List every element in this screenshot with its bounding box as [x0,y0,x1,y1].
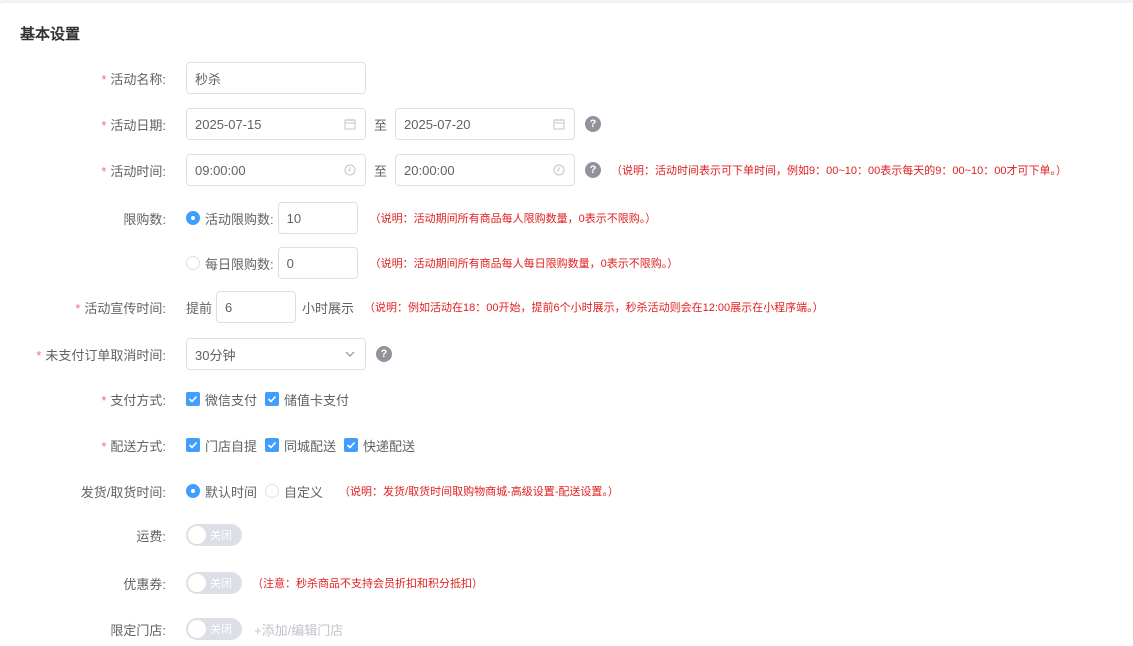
activity-name-label: 活动名称: [110,71,166,87]
row-unpaid-cancel: * 未支付订单取消时间: 30分钟 ? [0,338,392,370]
coupon-note: （注意：秒杀商品不支持会员折扣和积分抵扣） [252,578,483,590]
help-icon[interactable]: ? [585,162,602,178]
clock-icon [552,164,566,176]
row-delivery: * 配送方式: 门店自提 同城配送 快递配送 [0,429,423,461]
help-icon[interactable]: ? [376,346,392,362]
date-range-separator: 至 [374,117,388,133]
row-ship-time: 发货/取货时间: 默认时间 自定义 （说明：发货/取货时间取购物商城-高级设置-… [0,475,619,507]
checkbox-express-delivery[interactable]: 快递配送 [344,436,415,455]
limit-daily-input[interactable]: 0 [277,247,358,279]
freight-label: 运费: [136,528,166,544]
freight-switch[interactable]: 关闭 [186,524,242,546]
promo-suffix: 小时展示 [302,300,355,316]
row-promo-time: * 活动宣传时间: 提前 6 小时展示 （说明：例如活动在18：00开始，提前6个… [0,291,824,323]
radio-limit-daily[interactable]: 每日限购数: [186,254,274,273]
chevron-down-icon [343,349,357,359]
section-title: 基本设置 [20,26,81,43]
start-date-picker[interactable]: 2025-07-15 [186,108,366,140]
calendar-icon [343,118,357,130]
settings-card: 基本设置 * 活动名称: 秒杀 * 活动日期: 2025-07-15 至 2025-… [0,3,1133,646]
delivery-label: 配送方式: [110,438,166,454]
calendar-icon [552,118,566,130]
checkbox-local-delivery[interactable]: 同城配送 [265,436,336,455]
ship-time-label: 发货/取货时间: [80,484,166,500]
check-icon [344,438,359,452]
clock-icon [343,164,357,176]
promo-prefix: 提前 [186,300,213,316]
limit-label: 限购数: [123,211,166,227]
limit-total-input[interactable]: 10 [277,202,358,234]
coupon-label: 优惠券: [123,576,166,592]
activity-date-label: 活动日期: [110,117,166,133]
unpaid-cancel-label: 未支付订单取消时间: [45,347,166,363]
ship-time-note: （说明：发货/取货时间取购物商城-高级设置-配送设置。） [339,486,619,498]
radio-limit-total[interactable]: 活动限购数: [186,209,274,228]
checkbox-wechat-pay[interactable]: 微信支付 [186,390,257,409]
limit-total-note: （说明：活动期间所有商品每人限购数量，0表示不限购。） [369,213,657,225]
row-activity-time: * 活动时间: 09:00:00 至 20:00:00 ? （说明：活动时间表示可… [0,154,1067,186]
check-icon [186,438,200,452]
activity-time-label: 活动时间: [110,163,166,179]
check-icon [265,438,280,452]
end-date-picker[interactable]: 2025-07-20 [395,108,576,140]
row-activity-date: * 活动日期: 2025-07-15 至 2025-07-20 ? [0,108,602,140]
row-freight: 运费: 关闭 [0,519,242,551]
row-coupon: 优惠券: 关闭 （注意：秒杀商品不支持会员折扣和积分抵扣） [0,567,483,599]
store-switch[interactable]: 关闭 [186,618,242,640]
promo-note: （说明：例如活动在18：00开始，提前6个小时展示，秒杀活动则会在12:00展示… [364,302,824,314]
checkbox-store-pickup[interactable]: 门店自提 [186,436,257,455]
row-activity-name: * 活动名称: 秒杀 [0,62,366,94]
help-icon[interactable]: ? [585,116,602,132]
limit-daily-note: （说明：活动期间所有商品每人每日限购数量，0表示不限购。） [369,258,679,270]
radio-default-time[interactable]: 默认时间 [186,482,257,501]
store-label: 限定门店: [110,622,166,638]
row-payment: * 支付方式: 微信支付 储值卡支付 [0,383,357,415]
unpaid-cancel-select[interactable]: 30分钟 [186,338,366,370]
activity-time-note: （说明：活动时间表示可下单时间，例如9：00~10：00表示每天的9：00~10… [611,165,1068,177]
time-range-separator: 至 [374,163,388,179]
row-limit-total: 限购数: 活动限购数: 10 （说明：活动期间所有商品每人限购数量，0表示不限购… [0,202,656,234]
end-time-picker[interactable]: 20:00:00 [395,154,576,186]
check-icon [265,392,280,406]
row-store: 限定门店: 关闭 +添加/编辑门店 [0,613,343,645]
checkbox-stored-card-pay[interactable]: 储值卡支付 [265,390,349,409]
promo-hours-input[interactable]: 6 [216,291,297,323]
activity-name-input[interactable]: 秒杀 [186,62,366,94]
promo-time-label: 活动宣传时间: [84,300,166,316]
radio-custom-time[interactable]: 自定义 [265,482,323,501]
start-time-picker[interactable]: 09:00:00 [186,154,366,186]
coupon-switch[interactable]: 关闭 [186,572,242,594]
add-edit-store-link[interactable]: +添加/编辑门店 [254,620,343,639]
payment-label: 支付方式: [110,392,166,408]
check-icon [186,392,200,406]
row-limit-daily: 每日限购数: 0 （说明：活动期间所有商品每人每日限购数量，0表示不限购。） [0,247,678,279]
